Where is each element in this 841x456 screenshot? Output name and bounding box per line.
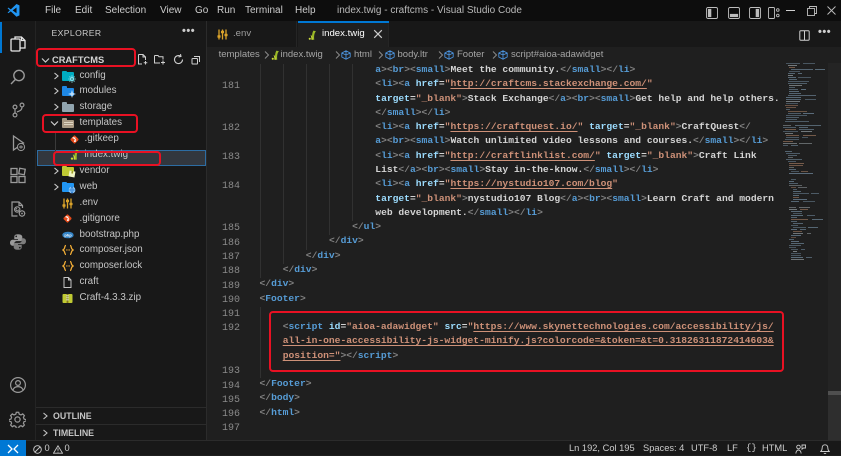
svg-text:php: php	[64, 232, 72, 237]
